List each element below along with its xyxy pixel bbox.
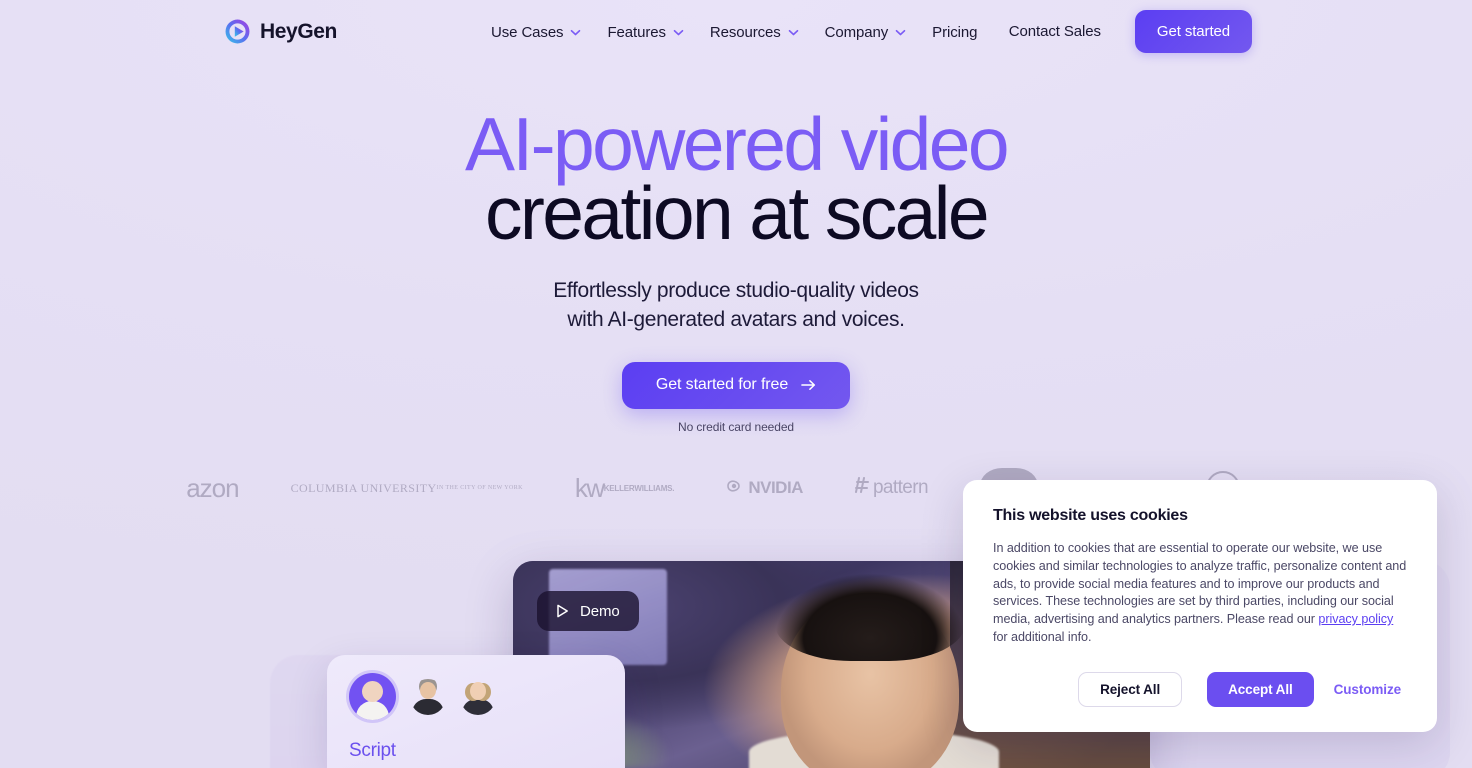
- logo-columbia-university: COLUMBIA UNIVERSITY IN THE CITY OF NEW Y…: [291, 466, 523, 510]
- nav-label: Features: [607, 23, 666, 41]
- logo-nvidia: NVIDIA: [726, 466, 803, 510]
- chevron-down-icon: [673, 29, 684, 36]
- accept-all-button[interactable]: Accept All: [1207, 672, 1314, 707]
- nav-item-company[interactable]: Company: [812, 21, 920, 43]
- no-credit-card-note: No credit card needed: [678, 419, 794, 434]
- brand-logo-link[interactable]: HeyGen: [224, 18, 337, 45]
- cookie-banner-actions: Reject All Accept All Customize: [1078, 672, 1407, 707]
- brand-name: HeyGen: [260, 19, 337, 43]
- play-icon: [556, 604, 569, 618]
- hero-subtitle-line2: with AI-generated avatars and voices.: [567, 307, 905, 331]
- hero-subtitle: Effortlessly produce studio-quality vide…: [0, 277, 1472, 335]
- nav-item-pricing[interactable]: Pricing: [919, 21, 990, 43]
- contact-sales-link[interactable]: Contact Sales: [995, 23, 1115, 40]
- nav-item-features[interactable]: Features: [594, 21, 696, 43]
- page-title: AI-powered video creation at scale: [0, 102, 1472, 255]
- avatar-row: [349, 673, 603, 720]
- arrow-right-icon: [801, 379, 816, 391]
- logo-columbia-line1: COLUMBIA UNIVERSITY: [290, 480, 437, 495]
- hero-section: AI-powered video creation at scale Effor…: [0, 0, 1472, 434]
- get-started-for-free-button[interactable]: Get started for free: [621, 361, 851, 409]
- hero-cta-label: Get started for free: [655, 376, 789, 394]
- hero-subtitle-line1: Effortlessly produce studio-quality vide…: [553, 279, 919, 302]
- avatar-selected[interactable]: [349, 673, 396, 720]
- nav-label: Company: [824, 23, 889, 41]
- customize-button[interactable]: Customize: [1328, 682, 1407, 697]
- logo-kw-line2: KELLERWILLIAMS.: [603, 484, 675, 493]
- demo-play-button[interactable]: Demo: [537, 591, 639, 631]
- nav-label: Resources: [709, 23, 781, 41]
- main-navigation: Use Cases Features Resources Company Pri…: [478, 21, 990, 43]
- logo-kw-line1: kw: [574, 473, 605, 503]
- privacy-policy-link[interactable]: privacy policy: [1318, 612, 1393, 626]
- chevron-down-icon: [895, 29, 906, 36]
- script-panel[interactable]: Script: [327, 655, 625, 768]
- nvidia-eye-icon: [726, 478, 743, 498]
- hero-title-accent: AI-powered video: [464, 102, 1010, 186]
- nav-label: Pricing: [932, 23, 978, 41]
- logo-pattern-text: pattern: [872, 477, 929, 498]
- pattern-mark-icon: [854, 477, 869, 499]
- nav-label: Use Cases: [491, 23, 564, 41]
- reject-all-button[interactable]: Reject All: [1078, 672, 1183, 707]
- demo-pill-label: Demo: [580, 602, 620, 620]
- logo-amazon: azon: [186, 466, 239, 510]
- logo-keller-williams: kw KELLERWILLIAMS.: [574, 466, 675, 510]
- site-header: HeyGen Use Cases Features Resources Comp…: [0, 0, 1472, 64]
- chevron-down-icon: [570, 29, 581, 36]
- cookie-consent-banner: This website uses cookies In addition to…: [963, 480, 1437, 732]
- cookie-banner-body: In addition to cookies that are essentia…: [993, 540, 1407, 647]
- hero-title-plain: creation at scale: [485, 171, 990, 255]
- avatar-3[interactable]: [460, 679, 496, 715]
- header-actions: Contact Sales Get started: [995, 10, 1252, 53]
- logo-pattern: pattern: [854, 466, 929, 510]
- logo-nvidia-text: NVIDIA: [748, 478, 803, 497]
- nav-item-use-cases[interactable]: Use Cases: [478, 21, 594, 43]
- video-person-hair: [775, 569, 965, 661]
- cookie-banner-title: This website uses cookies: [993, 507, 1188, 524]
- nav-item-resources[interactable]: Resources: [697, 21, 812, 43]
- script-label: Script: [349, 740, 396, 761]
- logo-amazon-text: azon: [186, 472, 239, 503]
- logo-columbia-line2: IN THE CITY OF NEW YORK: [436, 484, 523, 491]
- chevron-down-icon: [788, 29, 799, 36]
- cookie-body-after-link: for additional info.: [993, 629, 1092, 644]
- get-started-button[interactable]: Get started: [1134, 10, 1252, 53]
- avatar-2[interactable]: [410, 679, 446, 715]
- heygen-play-logo-icon: [224, 18, 251, 45]
